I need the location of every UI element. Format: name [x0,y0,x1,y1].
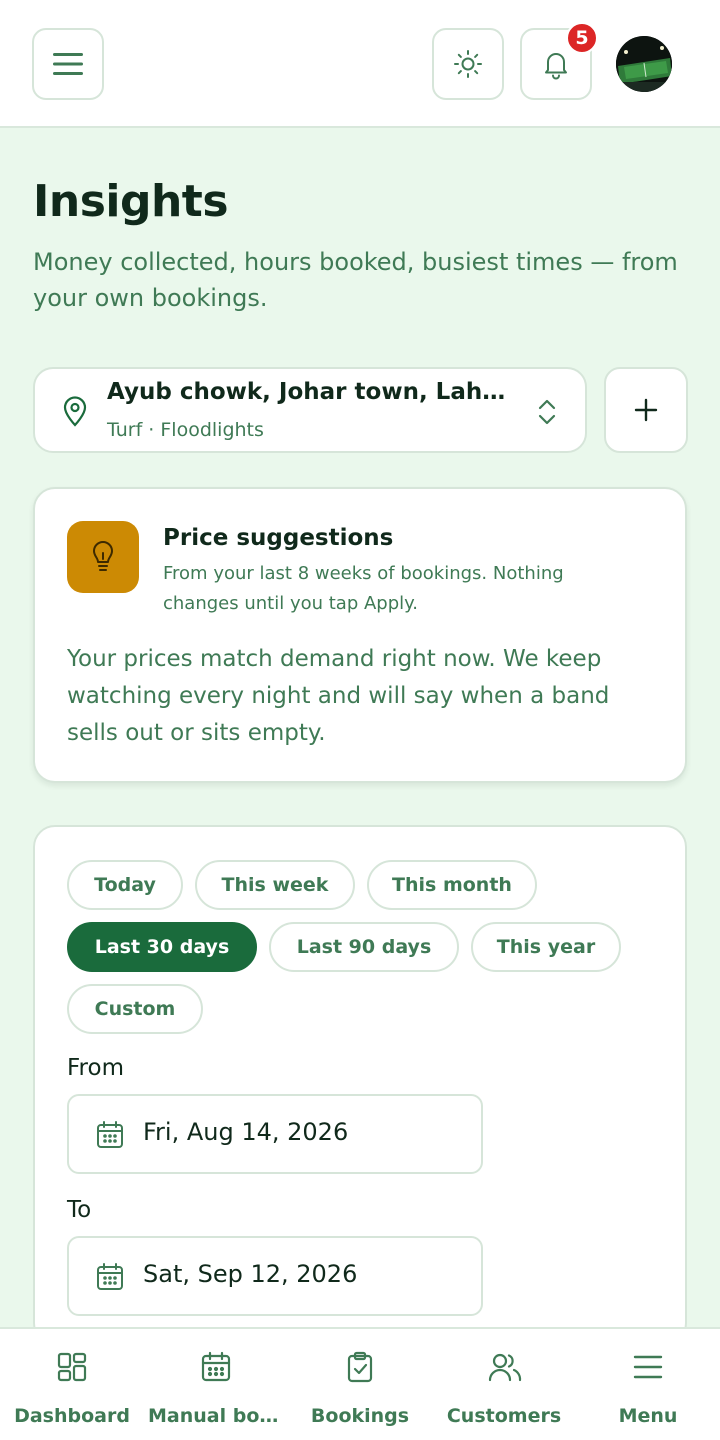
range-chip-last-30-days[interactable]: Last 30 days [67,922,257,972]
page-subtitle: Money collected, hours booked, busiest t… [33,248,678,312]
calendar-icon [201,1351,231,1382]
nav-label: Bookings [310,1405,410,1427]
to-date-field[interactable]: Sat, Sep 12, 2026 [67,1236,483,1316]
price-suggestions-subtitle: From your last 8 weeks of bookings. Noth… [163,563,564,614]
menu-icon [633,1355,663,1379]
add-location-button[interactable] [604,367,688,453]
hamburger-icon [53,53,83,75]
menu-button[interactable] [32,28,104,100]
price-suggestions-title: Price suggestions [163,525,394,551]
chevron-up-down-icon [538,399,556,425]
theme-toggle-button[interactable] [432,28,504,100]
price-suggestions-body: Your prices match demand right now. We k… [67,646,610,746]
users-icon [488,1353,522,1382]
clipboard-check-icon [347,1351,373,1383]
to-label: To [67,1197,92,1223]
range-chip-custom[interactable]: Custom [67,984,203,1034]
nav-bookings[interactable]: Bookings [288,1329,432,1440]
location-selector[interactable]: Ayub chowk, Johar town, Lahore Turf · Fl… [33,367,587,453]
bell-icon [545,53,567,80]
calendar-icon [97,1121,123,1148]
nav-label: Customers [446,1405,562,1427]
avatar-image [616,36,672,92]
top-header: 5 [0,0,720,128]
map-pin-icon [63,396,87,427]
sun-icon [454,50,482,78]
range-chip-last-90-days[interactable]: Last 90 days [269,922,459,972]
avatar[interactable] [616,36,672,92]
lightbulb-tile [67,521,139,593]
range-chip-this-month[interactable]: This month [367,860,537,910]
range-chip-this-week[interactable]: This week [195,860,355,910]
dashboard-icon [57,1352,87,1382]
range-chip-this-year[interactable]: This year [471,922,621,972]
location-name: Ayub chowk, Johar town, Lahore [107,379,517,405]
nav-label: Manual booking [148,1405,288,1427]
nav-label: Dashboard [14,1405,130,1427]
nav-customers[interactable]: Customers [432,1329,576,1440]
price-suggestions-card: Price suggestions From your last 8 weeks… [33,487,687,783]
range-chip-today[interactable]: Today [67,860,183,910]
page-title: Insights [33,176,229,227]
nav-menu[interactable]: Menu [576,1329,720,1440]
notification-badge: 5 [566,22,598,54]
from-label: From [67,1055,124,1081]
to-date-value: Sat, Sep 12, 2026 [143,1260,358,1288]
location-meta: Turf · Floodlights [107,419,264,441]
bottom-navigation: Dashboard Manual booking Bookings Custom… [0,1327,720,1440]
nav-dashboard[interactable]: Dashboard [0,1329,144,1440]
date-range-card: Today This week This month Last 30 days … [33,825,687,1345]
calendar-icon [97,1263,123,1290]
plus-icon [634,398,658,422]
from-date-value: Fri, Aug 14, 2026 [143,1118,349,1146]
from-date-field[interactable]: Fri, Aug 14, 2026 [67,1094,483,1174]
lightbulb-icon [93,541,113,571]
nav-label: Menu [618,1405,678,1427]
nav-manual-booking[interactable]: Manual booking [144,1329,288,1440]
